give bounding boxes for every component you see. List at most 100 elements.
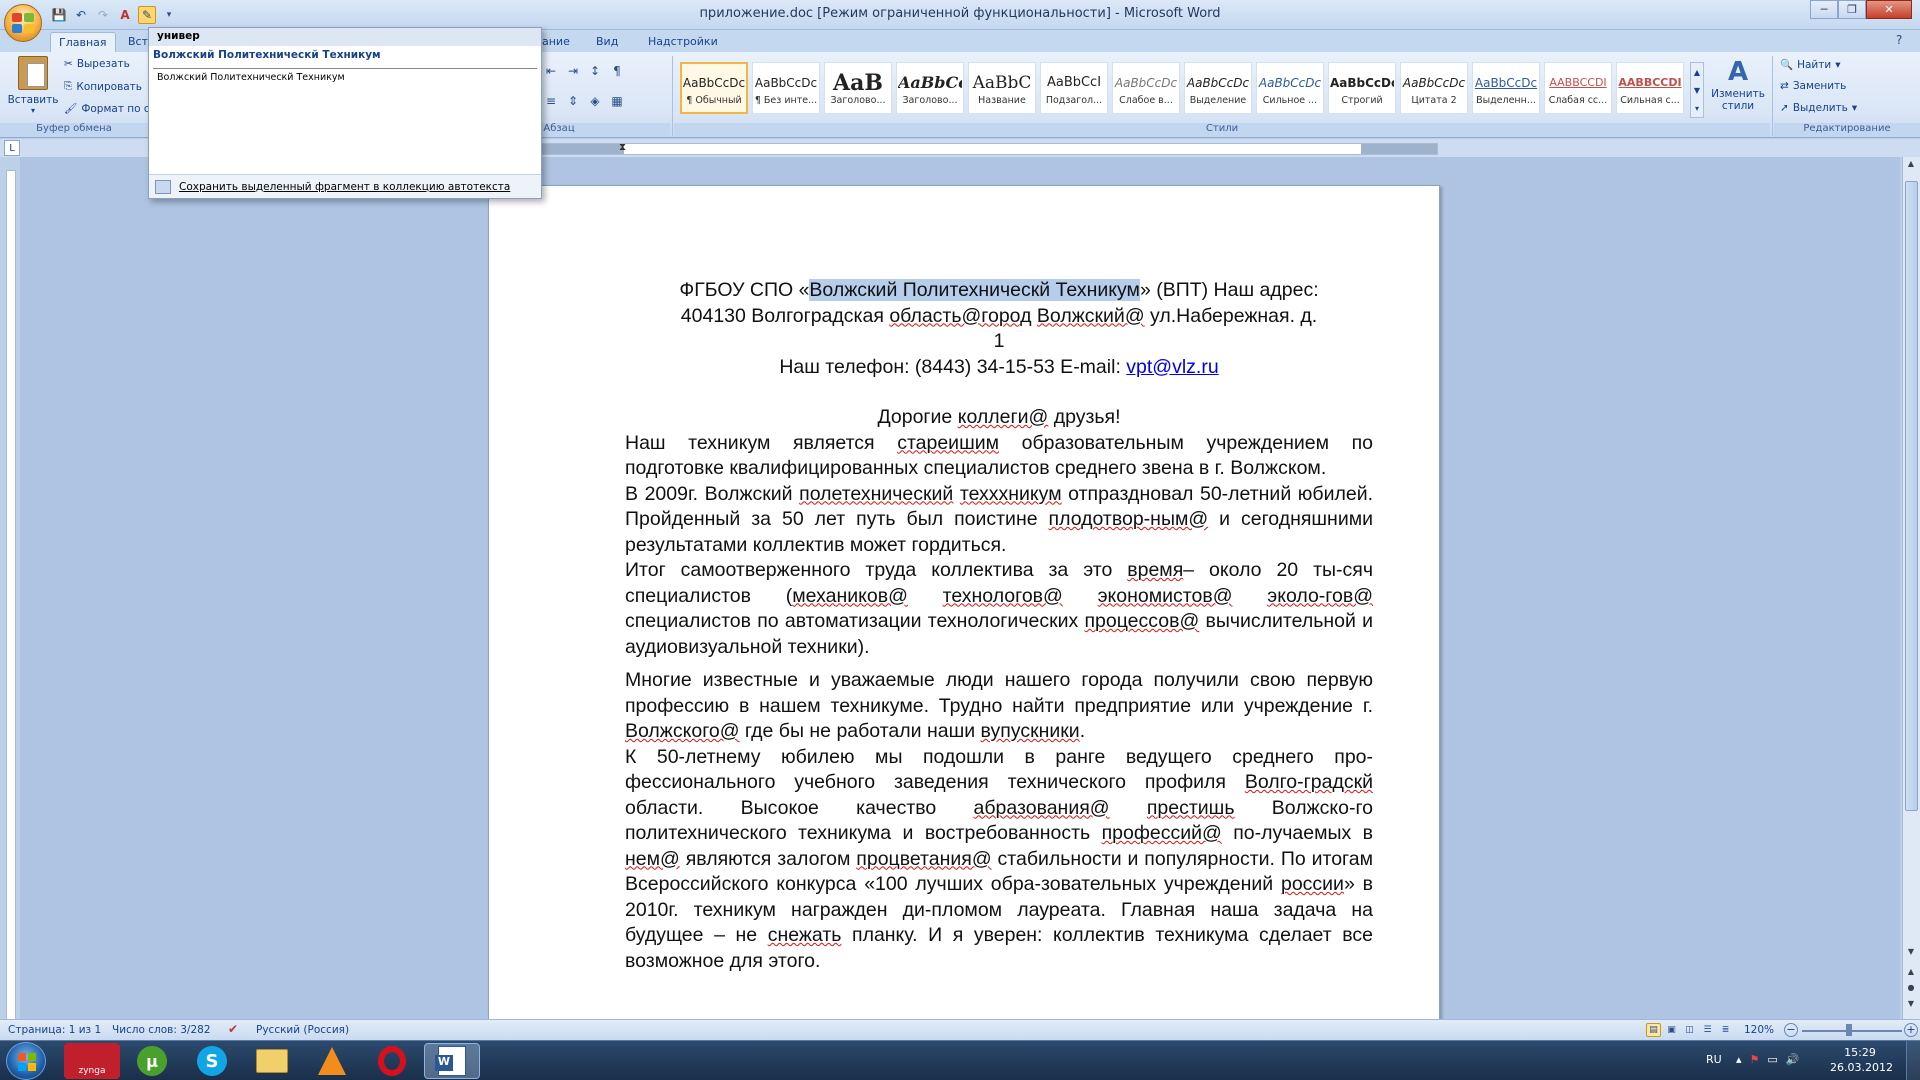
network-icon[interactable]: ▭ <box>1767 1053 1777 1066</box>
customize-qat-icon[interactable]: ▾ <box>160 6 178 24</box>
language-indicator[interactable]: Русский (Россия) <box>256 1024 349 1036</box>
line-spacing-icon[interactable]: ⇕ <box>564 92 582 110</box>
zoom-thumb[interactable] <box>1846 1024 1852 1036</box>
change-styles-button[interactable]: A Изменить стили <box>1708 56 1768 122</box>
decrease-indent-icon[interactable]: ⇤ <box>542 62 560 80</box>
style-12[interactable]: AABBCCDI Слабая сс... <box>1544 62 1612 114</box>
select-button[interactable]: ➚ Выделить ▾ <box>1780 102 1857 114</box>
redo-icon[interactable]: ↷ <box>94 6 112 24</box>
tab-view[interactable]: Вид <box>588 32 626 52</box>
flag-icon[interactable]: ⚑ <box>1750 1053 1760 1066</box>
increase-indent-icon[interactable]: ⇥ <box>564 62 582 80</box>
document-body[interactable]: ФГБОУ СПО «Волжский Политехническй Техни… <box>625 278 1373 974</box>
pilcrow-icon[interactable]: ¶ <box>608 62 626 80</box>
style-name: ¶ Обычный <box>686 94 742 106</box>
print-layout-icon[interactable]: ▤ <box>1646 1023 1661 1037</box>
style-2[interactable]: AaB Заголово... <box>824 62 892 114</box>
autotext-entry-title[interactable]: Волжский Политехническй Техникум <box>149 46 541 64</box>
taskbar-opera[interactable] <box>364 1043 420 1079</box>
styles-group-label: Стили <box>674 123 1770 137</box>
outline-icon[interactable]: ☰ <box>1700 1023 1715 1037</box>
style-0[interactable]: AaBbCcDc ¶ Обычный <box>680 62 748 114</box>
sort-icon[interactable]: ↕ <box>586 62 604 80</box>
taskbar-word[interactable]: W <box>424 1043 480 1079</box>
taskbar-vlc[interactable] <box>304 1043 360 1079</box>
phone-line: Наш телефон: (8443) 34-15-53 E-mail: vpt… <box>779 355 1219 378</box>
find-button[interactable]: 🔍 Найти ▾ <box>1780 58 1840 72</box>
save-icon[interactable]: 💾 <box>50 6 68 24</box>
cut-button[interactable]: ✂ Вырезать <box>64 58 130 70</box>
style-4[interactable]: AaBbC Название <box>968 62 1036 114</box>
style-10[interactable]: AaBbCcDc Цитата 2 <box>1400 62 1468 114</box>
tab-selector-icon[interactable]: L <box>4 140 20 156</box>
vertical-scrollbar[interactable]: ▲ ▼ ▲ ● ▼ <box>1902 157 1920 1019</box>
horizontal-ruler[interactable]: ⧗ <box>538 142 1438 155</box>
save-to-autotext-button[interactable]: Сохранить выделенный фрагмент в коллекци… <box>149 174 541 198</box>
style-5[interactable]: AaBbCcI Подзагол... <box>1040 62 1108 114</box>
scroll-down-icon[interactable]: ▼ <box>1904 947 1918 961</box>
vertical-ruler[interactable] <box>6 170 16 1020</box>
language-tray[interactable]: RU <box>1706 1053 1722 1066</box>
style-3[interactable]: AaBbCc Заголово... <box>896 62 964 114</box>
zoom-level[interactable]: 120% <box>1744 1024 1774 1036</box>
web-layout-icon[interactable]: ◫ <box>1682 1023 1697 1037</box>
start-button[interactable] <box>6 1042 46 1080</box>
font-color-icon[interactable]: A <box>116 6 134 24</box>
help-icon[interactable]: ? <box>1896 33 1902 47</box>
zoom-slider[interactable] <box>1802 1030 1902 1032</box>
maximize-icon[interactable]: ❐ <box>1838 0 1866 19</box>
shading-icon[interactable]: ◈ <box>586 92 604 110</box>
taskbar-skype[interactable]: S <box>184 1043 240 1079</box>
taskbar-explorer[interactable] <box>244 1043 300 1079</box>
format-painter-button[interactable]: 🖌 Формат по о <box>64 102 150 116</box>
taskbar-zynga[interactable]: zynga <box>64 1043 120 1079</box>
paragraph-3: Итог самоотверженного труда коллектива з… <box>625 559 1373 658</box>
browse-object-icon[interactable]: ● <box>1904 983 1918 997</box>
style-name: Выделение <box>1189 94 1247 106</box>
office-button[interactable] <box>4 4 42 42</box>
style-7[interactable]: AaBbCcDc Выделение <box>1184 62 1252 114</box>
style-preview: AaBbC <box>972 72 1032 93</box>
style-name: Сильное ... <box>1262 94 1318 106</box>
indent-marker-icon[interactable]: ⧗ <box>619 142 626 153</box>
zoom-out-icon[interactable]: − <box>1784 1023 1798 1037</box>
paste-button[interactable]: Вставить ▾ <box>8 56 58 122</box>
clock[interactable]: 15:29 26.03.2012 <box>1830 1045 1893 1075</box>
scroll-up-icon[interactable]: ▲ <box>1904 159 1918 173</box>
style-8[interactable]: AaBbCcDc Сильное ... <box>1256 62 1324 114</box>
email-link[interactable]: vpt@vlz.ru <box>1126 356 1218 378</box>
full-screen-icon[interactable]: ▣ <box>1664 1023 1679 1037</box>
tab-home[interactable]: Главная <box>50 32 116 52</box>
style-9[interactable]: AaBbCcDc Строгий <box>1328 62 1396 114</box>
justify-icon[interactable]: ≡ <box>542 92 560 110</box>
document-page[interactable]: ФГБОУ СПО «Волжский Политехническй Техни… <box>488 185 1440 1025</box>
close-icon[interactable]: ✕ <box>1866 0 1912 19</box>
styles-scroll[interactable]: ▲ ▼ ▾ <box>1690 62 1704 118</box>
spellcheck-icon[interactable]: ✔ <box>228 1022 238 1036</box>
style-6[interactable]: AaBbCcDc Слабое в... <box>1112 62 1180 114</box>
scroll-thumb[interactable] <box>1905 181 1918 811</box>
replace-button[interactable]: ⇄ Заменить <box>1780 80 1846 92</box>
next-page-icon[interactable]: ▼ <box>1904 999 1918 1013</box>
borders-icon[interactable]: ▦ <box>608 92 626 110</box>
page-indicator[interactable]: Страница: 1 из 1 <box>8 1024 101 1036</box>
zoom-in-icon[interactable]: + <box>1904 1023 1918 1037</box>
style-11[interactable]: AaBbCcDc Выделенн... <box>1472 62 1540 114</box>
arrow-up-icon[interactable]: ▴ <box>1736 1053 1742 1066</box>
tab-addins[interactable]: Надстройки <box>640 32 726 52</box>
volume-icon[interactable]: 🔊 <box>1786 1053 1800 1066</box>
style-preview: AaBbCcDc <box>1114 75 1178 90</box>
style-13[interactable]: AABBCCDI Сильная с... <box>1616 62 1684 114</box>
draft-icon[interactable]: ≣ <box>1718 1023 1733 1037</box>
autotext-entry-preview[interactable]: Волжский Политехническй Техникум <box>153 68 537 171</box>
prev-page-icon[interactable]: ▲ <box>1904 967 1918 981</box>
minimize-icon[interactable]: ─ <box>1810 0 1838 19</box>
autotext-icon[interactable]: ✎ <box>138 6 156 24</box>
undo-icon[interactable]: ↶ <box>72 6 90 24</box>
word-count[interactable]: Число слов: 3/282 <box>112 1024 211 1036</box>
copy-button[interactable]: ⎘ Копировать <box>64 80 142 93</box>
taskbar-utorrent[interactable]: µ <box>124 1043 180 1079</box>
show-desktop-button[interactable] <box>1906 1041 1920 1080</box>
style-1[interactable]: AaBbCcDc ¶ Без инте... <box>752 62 820 114</box>
style-name: Название <box>978 94 1026 106</box>
